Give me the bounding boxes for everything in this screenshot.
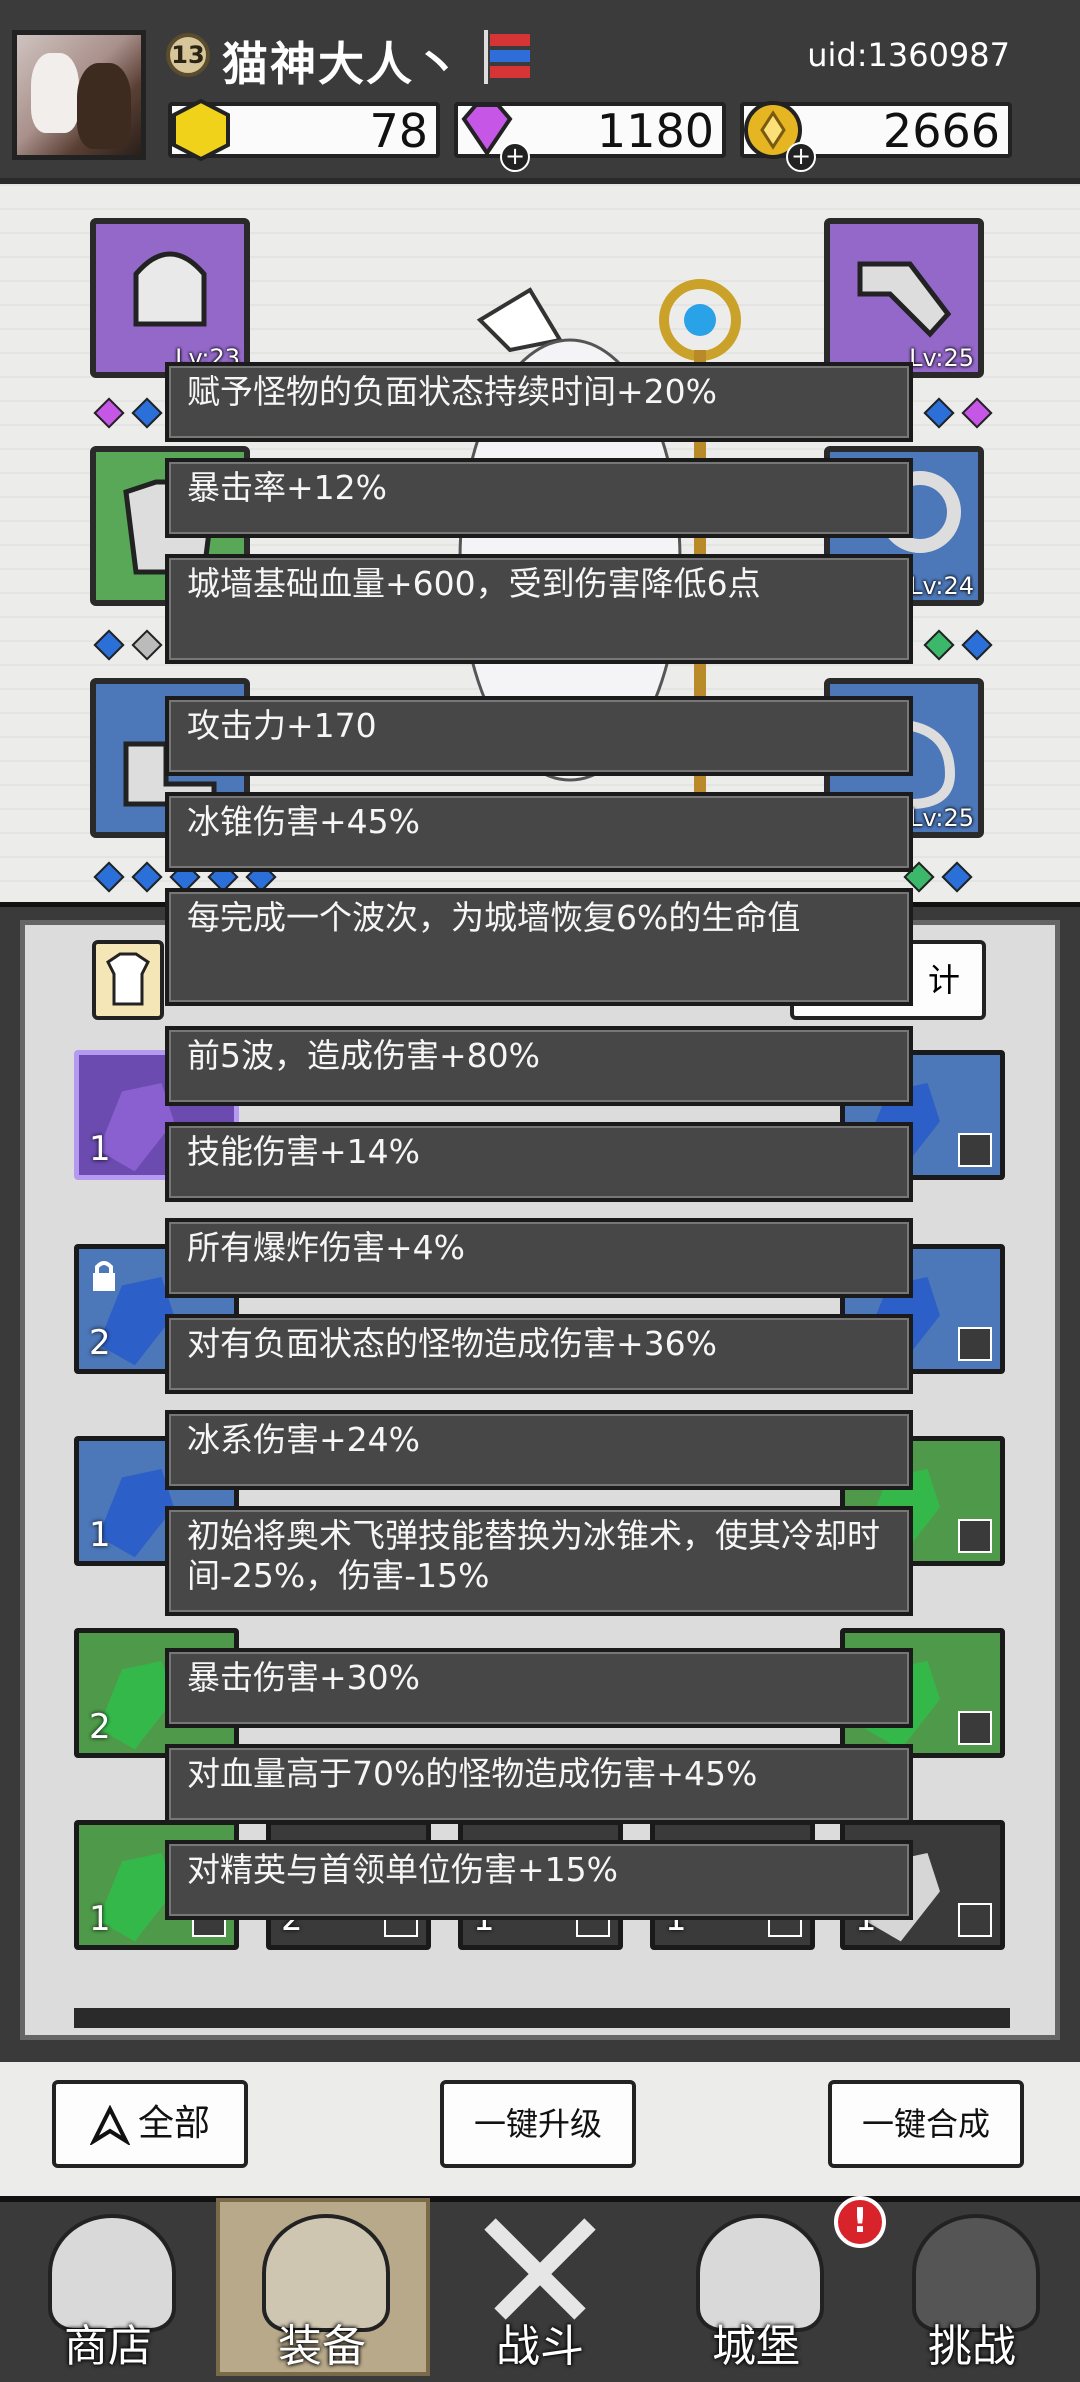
affix-line: 技能伤害+14% — [165, 1122, 913, 1202]
add-diamond-icon[interactable]: + — [500, 142, 530, 172]
affix-line: 初始将奥术飞弹技能替换为冰锥术，使其冷却时间-25%，伤害-15% — [165, 1506, 913, 1616]
filter-all-button[interactable]: 全部 — [52, 2080, 248, 2168]
affix-line: 暴击伤害+30% — [165, 1648, 913, 1728]
affix-line: 前5波，造成伤害+80% — [165, 1026, 913, 1106]
gold-hexagon-value: 78 — [369, 104, 428, 158]
lock-icon — [93, 1261, 115, 1291]
nav-label: 装备 — [278, 2321, 366, 2372]
player-level-badge: 13 — [166, 33, 210, 77]
nav-castle[interactable]: 城堡 — [656, 2200, 856, 2376]
affix-line: 攻击力+170 — [165, 696, 913, 776]
gold-hexagon-icon — [172, 98, 230, 162]
wand-tag-icon — [958, 1711, 992, 1745]
affix-line: 赋予怪物的负面状态持续时间+20% — [165, 362, 913, 442]
affix-line: 所有爆炸伤害+4% — [165, 1218, 913, 1298]
affix-line: 对有负面状态的怪物造成伤害+36% — [165, 1314, 913, 1394]
diamond-currency[interactable]: + 1180 — [454, 102, 726, 172]
affix-line: 每完成一个波次，为城墙恢复6%的生命值 — [165, 888, 913, 1006]
affix-line: 对精英与首领单位伤害+15% — [165, 1840, 913, 1920]
crossed-swords-icon — [484, 2218, 596, 2320]
inventory-next-row — [74, 2008, 1010, 2028]
nav-label: 城堡 — [712, 2321, 800, 2372]
equip-level: Lv:25 — [909, 344, 974, 372]
wand-tag-icon — [958, 1133, 992, 1167]
item-count: 2 — [89, 1707, 111, 1747]
nav-label: 战斗 — [496, 2321, 584, 2372]
player-name: 猫神大人丶 — [222, 37, 462, 91]
armor-tag-icon — [958, 1903, 992, 1937]
item-count: 1 — [89, 1515, 111, 1555]
filter-all-label: 全部 — [137, 2103, 210, 2144]
coin-currency[interactable]: + 2666 — [740, 101, 1012, 172]
shirt-icon — [106, 952, 150, 1006]
affix-tooltip-list: 赋予怪物的负面状态持续时间+20% 暴击率+12% 城墙基础血量+600，受到伤… — [165, 362, 913, 1842]
affix-line: 对血量高于70%的怪物造成伤害+45% — [165, 1744, 913, 1824]
affix-line: 冰系伤害+24% — [165, 1410, 913, 1490]
nav-battle[interactable]: 战斗 — [440, 2200, 640, 2376]
affix-line: 暴击率+12% — [165, 458, 913, 538]
item-count: 2 — [89, 1323, 111, 1363]
item-count: 1 — [89, 1899, 111, 1939]
player-uid: uid:1360987 — [807, 36, 1010, 74]
player-avatar[interactable] — [12, 30, 146, 160]
tab-equipment[interactable] — [92, 940, 164, 1020]
diamond-value: 1180 — [596, 104, 714, 158]
affix-line: 城墙基础血量+600，受到伤害降低6点 — [165, 554, 913, 664]
equip-level: Lv:25 — [909, 804, 974, 832]
item-count: 1 — [89, 1129, 111, 1169]
nav-label: 商店 — [64, 2321, 152, 2372]
add-coin-icon[interactable]: + — [786, 142, 816, 172]
triangle-filter-icon — [89, 2104, 131, 2147]
gold-hexagon-currency[interactable]: 78 — [168, 98, 440, 162]
gem-row — [90, 629, 166, 661]
nav-challenge[interactable]: 挑战 — [872, 2200, 1072, 2376]
equip-slot-helmet[interactable]: Lv:23 — [90, 218, 250, 378]
gem-row — [920, 629, 996, 661]
equip-level: Lv:24 — [909, 572, 974, 600]
gem-row — [920, 397, 996, 429]
armor-tag-icon — [958, 1519, 992, 1553]
merge-all-button[interactable]: 一键合成 — [828, 2080, 1024, 2168]
upgrade-all-button[interactable]: 一键升级 — [440, 2080, 636, 2168]
magnifier-tag-icon — [958, 1327, 992, 1361]
flag-icon — [484, 30, 530, 84]
equip-slot-gauntlet[interactable]: Lv:25 — [824, 218, 984, 378]
nav-label: 挑战 — [928, 2321, 1016, 2372]
nav-equipment[interactable]: 装备 — [222, 2200, 422, 2376]
coin-value: 2666 — [882, 104, 1000, 158]
affix-line: 冰锥伤害+45% — [165, 792, 913, 872]
gem-row — [90, 397, 166, 429]
nav-shop[interactable]: 商店 — [8, 2200, 208, 2376]
